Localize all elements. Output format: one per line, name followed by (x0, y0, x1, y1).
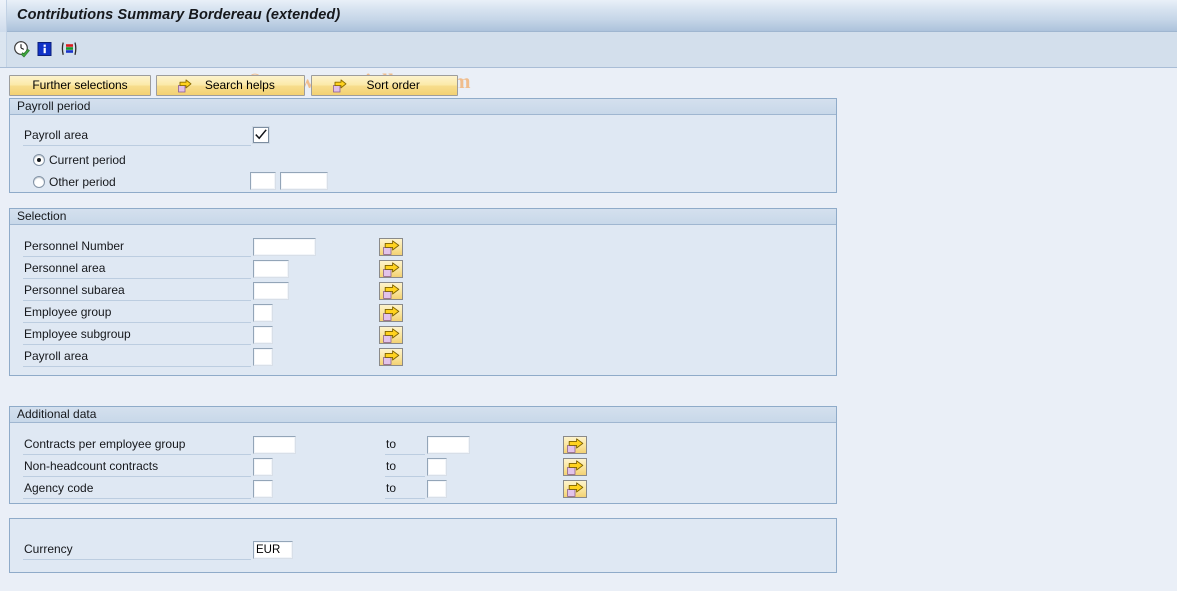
current-period-label: Current period (49, 153, 126, 167)
currency-label: Currency (23, 541, 251, 560)
payroll-period-group-header: Payroll period (10, 99, 836, 115)
radio-unselected-icon (33, 176, 45, 188)
payroll-period-group: Payroll period Payroll area Current peri… (9, 98, 837, 193)
selection-group-header: Selection (10, 209, 836, 225)
non-headcount-contracts-from-input[interactable] (253, 458, 273, 476)
arrow-right-icon (315, 79, 347, 93)
multiple-selection-button[interactable] (379, 348, 403, 366)
title-bar-left-edge (0, 0, 7, 32)
multiple-selection-button[interactable] (379, 282, 403, 300)
selection-row-label: Employee group (23, 304, 251, 323)
page-title: Contributions Summary Bordereau (extende… (17, 7, 341, 23)
variant-icon[interactable] (60, 40, 78, 58)
window-title-bar: Contributions Summary Bordereau (extende… (0, 0, 1177, 32)
selection-row-label: Personnel area (23, 260, 251, 279)
payroll-period-group-body: Payroll area Current period Other period (10, 115, 836, 192)
to-label: to (385, 436, 425, 455)
radio-selected-icon (33, 154, 45, 166)
application-toolbar: © www.tutorialkart.com (0, 32, 1177, 93)
additional-data-row-label: Non-headcount contracts (23, 458, 251, 477)
personnel-number-input[interactable] (253, 238, 316, 256)
currency-group: Currency EUR (9, 518, 837, 573)
multiple-selection-button[interactable] (379, 260, 403, 278)
contracts-per-employee-group-from-input[interactable] (253, 436, 296, 454)
selection-group: Selection Personnel Number Personnel are… (9, 208, 837, 376)
execute-clock-icon[interactable] (13, 40, 31, 58)
multiple-selection-button[interactable] (379, 304, 403, 322)
other-period-label: Other period (49, 175, 116, 189)
agency-code-from-input[interactable] (253, 480, 273, 498)
contracts-per-employee-group-to-input[interactable] (427, 436, 470, 454)
selection-row-label: Personnel Number (23, 238, 251, 257)
multiple-selection-button[interactable] (563, 480, 587, 498)
payroll-area-label: Payroll area (23, 127, 251, 146)
toolbar-left-edge (0, 32, 7, 67)
additional-data-group-header: Additional data (10, 407, 836, 423)
additional-data-row-label: Agency code (23, 480, 251, 499)
to-label: to (385, 480, 425, 499)
multiple-selection-button[interactable] (379, 326, 403, 344)
employee-subgroup-input[interactable] (253, 326, 273, 344)
non-headcount-contracts-to-input[interactable] (427, 458, 447, 476)
payroll-area-row: Payroll area (10, 126, 270, 147)
agency-code-to-input[interactable] (427, 480, 447, 498)
further-selections-label: Further selections (32, 78, 128, 92)
search-helps-label: Search helps (204, 78, 275, 92)
multiple-selection-button[interactable] (563, 458, 587, 476)
personnel-area-input[interactable] (253, 260, 289, 278)
arrow-right-icon (160, 79, 192, 93)
other-period-input-1[interactable] (250, 172, 276, 190)
payroll-area-checkbox[interactable] (252, 126, 270, 144)
additional-data-group: Additional data Contracts per employee g… (9, 406, 837, 504)
multiple-selection-button[interactable] (379, 238, 403, 256)
selection-row-label: Payroll area (23, 348, 251, 367)
additional-data-row-label: Contracts per employee group (23, 436, 251, 455)
other-period-input-2[interactable] (280, 172, 328, 190)
payroll-area-selection-input[interactable] (253, 348, 273, 366)
additional-data-group-body: Contracts per employee group to Non-head… (10, 423, 836, 503)
currency-group-body: Currency EUR (10, 519, 836, 572)
search-helps-button[interactable]: Search helps (156, 75, 306, 96)
other-period-radio[interactable]: Other period (33, 173, 116, 191)
sort-order-label: Sort order (366, 78, 420, 92)
personnel-subarea-input[interactable] (253, 282, 289, 300)
currency-input[interactable]: EUR (253, 541, 293, 559)
further-selections-button[interactable]: Further selections (9, 75, 151, 96)
selection-row-label: Employee subgroup (23, 326, 251, 345)
employee-group-input[interactable] (253, 304, 273, 322)
to-label: to (385, 458, 425, 477)
multiple-selection-button[interactable] (563, 436, 587, 454)
sort-order-button[interactable]: Sort order (310, 75, 458, 96)
current-period-radio[interactable]: Current period (33, 151, 126, 169)
selection-row-label: Personnel subarea (23, 282, 251, 301)
information-icon[interactable] (36, 40, 54, 58)
selection-screen-button-row: Further selections Search helps Sort ord… (9, 75, 460, 96)
selection-group-body: Personnel Number Personnel area Personne… (10, 225, 836, 375)
